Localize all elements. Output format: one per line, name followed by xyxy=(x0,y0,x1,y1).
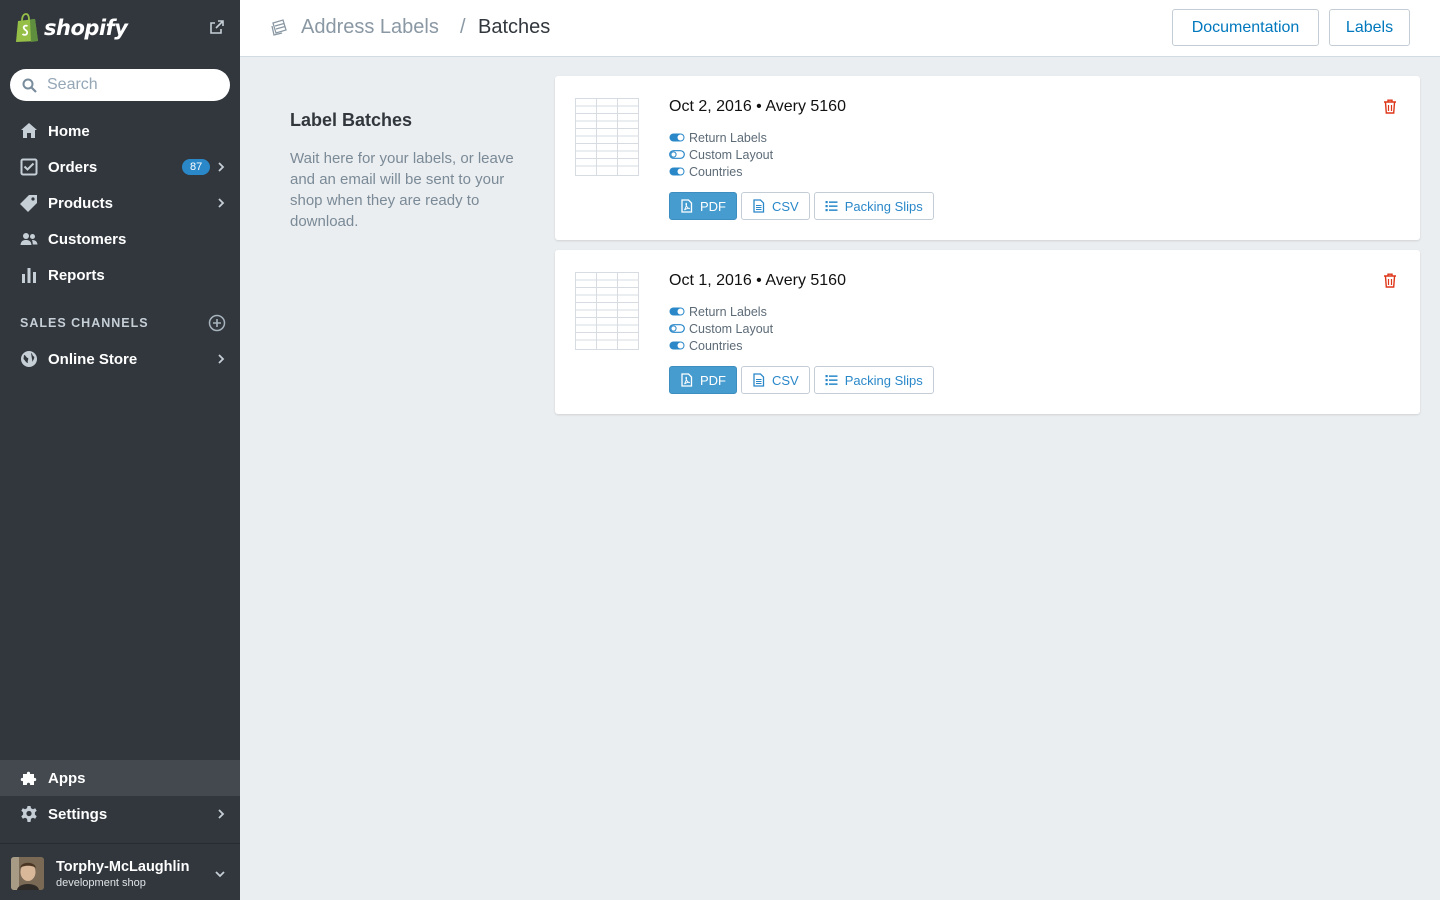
avatar xyxy=(11,857,44,890)
nav-label-apps: Apps xyxy=(48,769,86,787)
shopify-bag-icon xyxy=(16,13,38,42)
section-description: Wait here for your labels, or leave and … xyxy=(290,150,514,230)
chevron-right-icon xyxy=(218,198,225,208)
top-bar: Address Labels / Batches Documentation L… xyxy=(240,0,1440,57)
list-icon xyxy=(825,201,838,212)
nav-item-online-store[interactable]: Online Store xyxy=(0,341,240,377)
nav-item-products[interactable]: Products xyxy=(0,185,240,221)
orders-count-badge: 87 xyxy=(182,159,211,175)
nav-label-home: Home xyxy=(48,122,90,140)
pdf-file-icon xyxy=(681,373,693,387)
label-sheet-thumbnail-icon xyxy=(575,98,639,176)
chevron-right-icon xyxy=(218,354,225,364)
labels-button[interactable]: Labels xyxy=(1329,9,1410,46)
csv-label: CSV xyxy=(772,372,799,388)
label-sheet-thumbnail-icon xyxy=(575,272,639,350)
packing-slips-label: Packing Slips xyxy=(844,198,923,214)
toggle-on-icon xyxy=(669,133,685,142)
option-label: Return Labels xyxy=(689,304,767,319)
toggle-off-icon xyxy=(669,150,685,159)
nav-item-home[interactable]: Home xyxy=(0,113,240,149)
toggle-off-icon xyxy=(669,324,685,333)
chevron-right-icon xyxy=(218,809,225,819)
breadcrumb-address-labels[interactable]: Address Labels xyxy=(301,16,439,39)
option-label: Custom Layout xyxy=(689,147,774,162)
pdf-download-button[interactable]: PDF xyxy=(669,192,737,220)
page-title: Batches xyxy=(478,16,551,38)
batch-card: Oct 2, 2016 • Avery 5160 Return Labels C… xyxy=(555,76,1420,240)
customers-icon xyxy=(20,230,38,248)
option-countries: Countries xyxy=(669,337,743,354)
nav-item-settings[interactable]: Settings xyxy=(0,796,240,832)
batch-actions: PDF CSV Packing Slips xyxy=(669,366,934,394)
puzzle-icon xyxy=(20,769,38,787)
nav-label-online-store: Online Store xyxy=(48,350,138,368)
tag-icon xyxy=(20,194,38,212)
breadcrumb-separator: / xyxy=(460,16,466,38)
documentation-button[interactable]: Documentation xyxy=(1172,9,1319,46)
pdf-download-button[interactable]: PDF xyxy=(669,366,737,394)
batch-card: Oct 1, 2016 • Avery 5160 Return Labels C… xyxy=(555,250,1420,414)
globe-icon xyxy=(20,350,38,368)
sales-channels-heading: SALES CHANNELS xyxy=(20,316,149,330)
bar-chart-icon xyxy=(20,266,38,284)
option-label: Countries xyxy=(689,338,743,353)
packing-slips-button[interactable]: Packing Slips xyxy=(813,192,934,220)
search-icon xyxy=(22,78,37,93)
option-custom-layout: Custom Layout xyxy=(669,146,773,163)
nav-item-customers[interactable]: Customers xyxy=(0,221,240,257)
nav-label-products: Products xyxy=(48,194,114,212)
external-link-icon[interactable] xyxy=(209,19,225,35)
packing-slips-button[interactable]: Packing Slips xyxy=(813,366,934,394)
list-icon xyxy=(825,375,838,386)
sidebar: shopify Home Orders 87 Products xyxy=(0,0,240,900)
trash-icon[interactable] xyxy=(1383,99,1397,114)
search-box[interactable] xyxy=(10,69,230,101)
toggle-on-icon xyxy=(669,167,685,176)
gear-icon xyxy=(20,805,38,823)
packing-slips-label: Packing Slips xyxy=(844,372,923,388)
batch-title: Oct 1, 2016 • Avery 5160 xyxy=(669,272,846,289)
nav-label-reports: Reports xyxy=(48,266,105,284)
section-title: Label Batches xyxy=(290,110,413,130)
pdf-label: PDF xyxy=(700,198,726,214)
brand-logo[interactable]: shopify xyxy=(0,0,240,56)
home-icon xyxy=(20,122,38,140)
option-custom-layout: Custom Layout xyxy=(669,320,773,337)
pdf-label: PDF xyxy=(700,372,726,388)
chevron-right-icon xyxy=(218,162,225,172)
batch-title: Oct 2, 2016 • Avery 5160 xyxy=(669,98,846,115)
nav-label-orders: Orders xyxy=(48,158,98,176)
account-menu[interactable]: Torphy-McLaughlin development shop xyxy=(0,843,240,900)
option-label: Countries xyxy=(689,164,743,179)
toggle-on-icon xyxy=(669,341,685,350)
shop-type: development shop xyxy=(56,877,146,889)
document-icon xyxy=(753,373,765,387)
nav-item-apps[interactable]: Apps xyxy=(0,760,240,796)
address-labels-app-icon xyxy=(271,19,287,36)
option-return-labels: Return Labels xyxy=(669,303,767,320)
toggle-on-icon xyxy=(669,307,685,316)
nav-label-customers: Customers xyxy=(48,230,127,248)
chevron-down-icon xyxy=(215,871,225,878)
csv-download-button[interactable]: CSV xyxy=(741,366,810,394)
pdf-file-icon xyxy=(681,199,693,213)
search-input[interactable] xyxy=(47,76,217,94)
csv-label: CSV xyxy=(772,198,799,214)
batch-actions: PDF CSV Packing Slips xyxy=(669,192,934,220)
option-label: Return Labels xyxy=(689,130,767,145)
nav-item-orders[interactable]: Orders 87 xyxy=(0,149,240,185)
csv-download-button[interactable]: CSV xyxy=(741,192,810,220)
nav-label-settings: Settings xyxy=(48,805,108,823)
brand-name: shopify xyxy=(44,16,128,40)
option-label: Custom Layout xyxy=(689,321,774,336)
trash-icon[interactable] xyxy=(1383,273,1397,288)
option-countries: Countries xyxy=(669,163,743,180)
shop-owner-name: Torphy-McLaughlin xyxy=(56,859,190,875)
option-return-labels: Return Labels xyxy=(669,129,767,146)
document-icon xyxy=(753,199,765,213)
nav-item-reports[interactable]: Reports xyxy=(0,257,240,293)
add-channel-icon[interactable] xyxy=(208,314,226,332)
orders-icon xyxy=(20,158,38,176)
